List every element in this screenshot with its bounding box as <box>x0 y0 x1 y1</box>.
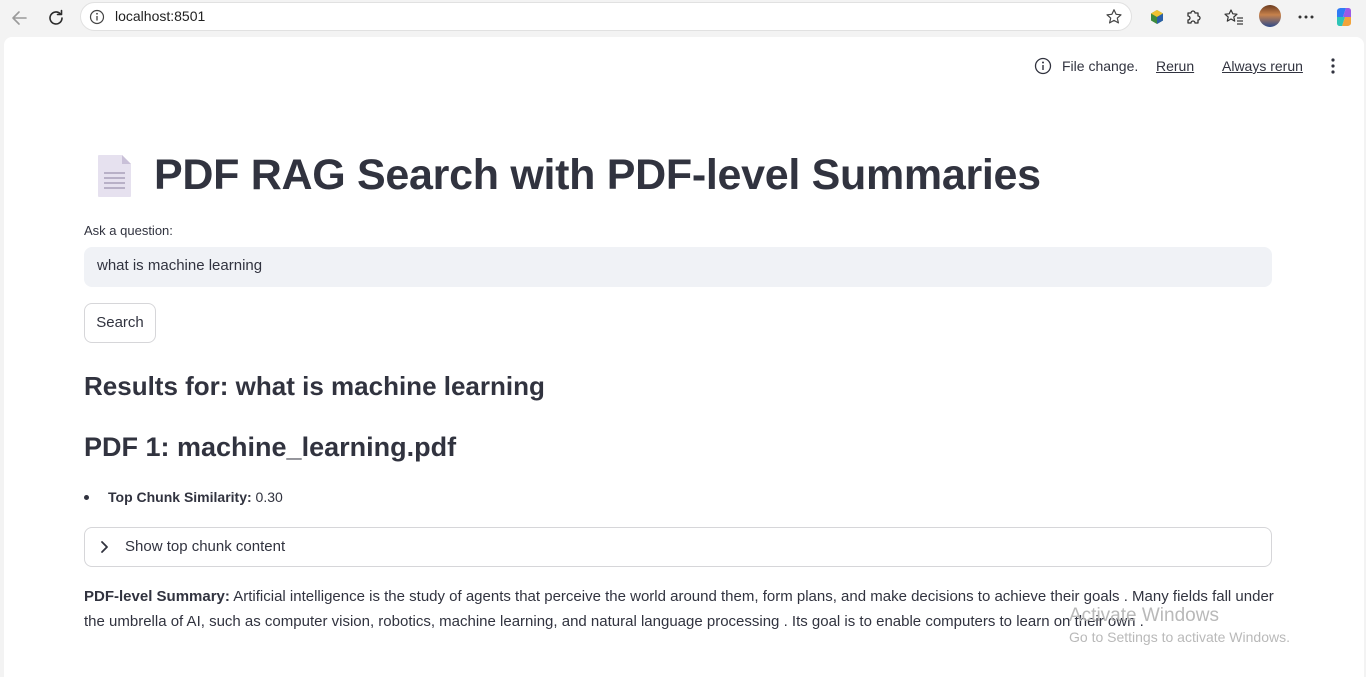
puzzle-icon[interactable] <box>1182 6 1204 28</box>
rerun-button[interactable]: Rerun <box>1156 58 1194 74</box>
similarity-value: 0.30 <box>255 489 283 505</box>
watermark-title: Activate Windows <box>1069 605 1219 626</box>
back-button[interactable] <box>8 6 32 30</box>
reload-button[interactable] <box>44 6 68 30</box>
document-icon <box>96 153 134 204</box>
activate-windows-watermark: Activate Windows Go to Settings to activ… <box>1069 605 1290 645</box>
star-icon[interactable] <box>1105 8 1123 31</box>
streamlit-app: File change. Rerun Always rerun PDF RAG … <box>4 37 1364 677</box>
results-heading: Results for: what is machine learning <box>84 371 545 401</box>
kebab-menu-icon[interactable] <box>1330 57 1336 80</box>
reload-icon <box>49 9 63 25</box>
similarity-label: Top Chunk Similarity: <box>108 489 252 505</box>
expander-label: Show top chunk content <box>125 538 286 555</box>
top-chunk-expander[interactable]: Show top chunk content <box>84 527 1272 567</box>
info-icon <box>1034 57 1052 80</box>
search-button[interactable]: Search <box>84 303 156 343</box>
always-rerun-button[interactable]: Always rerun <box>1222 58 1303 74</box>
extension-cube-icon[interactable] <box>1146 6 1168 28</box>
bullet <box>84 495 89 500</box>
browser-toolbar: localhost:8501 <box>0 0 1366 36</box>
app-toolbar: File change. Rerun Always rerun <box>1004 55 1364 77</box>
more-icon[interactable] <box>1295 6 1317 28</box>
watermark-subtitle: Go to Settings to activate Windows. <box>1069 629 1290 645</box>
site-info-icon[interactable] <box>89 9 105 30</box>
chevron-right-icon <box>99 540 111 559</box>
copilot-icon[interactable] <box>1333 6 1355 28</box>
always-rerun-label: Always rerun <box>1222 58 1303 74</box>
back-arrow-icon <box>12 11 27 25</box>
rerun-label: Rerun <box>1156 58 1195 74</box>
url-text[interactable]: localhost:8501 <box>115 8 205 24</box>
summary-label: PDF-level Summary: <box>84 588 230 605</box>
profile-avatar[interactable] <box>1259 5 1281 27</box>
similarity-text: Top Chunk Similarity: 0.30 <box>108 489 283 505</box>
question-label: Ask a question: <box>84 223 173 238</box>
file-change-status: File change. <box>1062 58 1139 74</box>
page-title: PDF RAG Search with PDF-level Summaries <box>154 151 1041 199</box>
address-bar[interactable]: localhost:8501 <box>80 2 1132 31</box>
favorites-icon[interactable] <box>1223 6 1245 28</box>
question-input[interactable]: what is machine learning <box>84 247 1272 287</box>
pdf-heading: PDF 1: machine_learning.pdf <box>84 432 457 462</box>
